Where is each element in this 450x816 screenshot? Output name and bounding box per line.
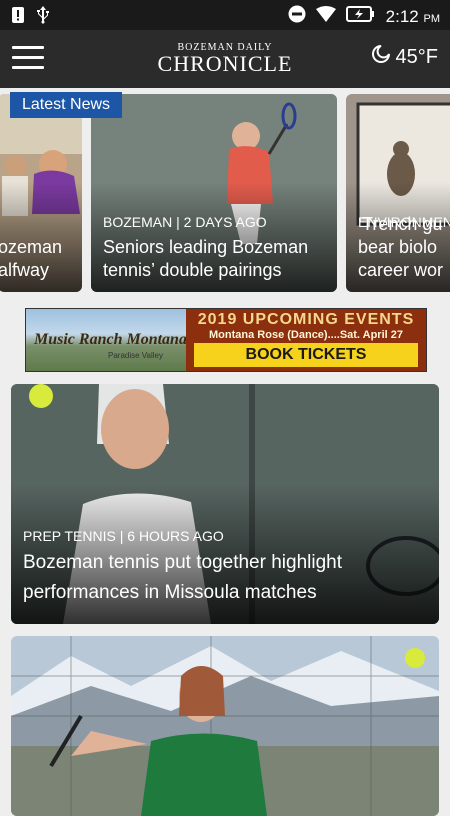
latest-news-badge: Latest News <box>10 92 123 118</box>
news-card[interactable]: ENVIRONMENT ‘Trench gu bear biolo career… <box>346 94 450 292</box>
battery-icon <box>345 6 376 27</box>
weather-temperature: 45°F <box>395 45 438 68</box>
ad-logo-subtitle: Paradise Valley <box>108 351 163 360</box>
story-headline: Bozeman tennis put together highlight pe… <box>23 552 342 603</box>
ad-title: 2019 UPCOMING EVENTS <box>197 311 415 328</box>
news-card[interactable]: ozeman alfway <box>0 94 82 292</box>
story-kicker: PREP TENNIS | 6 HOURS AGO <box>23 528 224 544</box>
do-not-disturb-icon <box>288 5 306 28</box>
usb-icon <box>36 6 50 29</box>
ad-panel: 2019 UPCOMING EVENTS Montana Rose (Dance… <box>186 309 426 371</box>
ad-detail: Montana Rose (Dance)....Sat. April 27 <box>209 329 403 341</box>
brand-logo[interactable]: BOZEMAN DAILY CHRONICLE <box>140 42 310 75</box>
hamburger-icon-line <box>12 66 44 69</box>
card-kicker: BOZEMAN | 2 DAYS AGO <box>103 214 267 230</box>
card-headline: ozeman alfway <box>0 237 63 280</box>
brand-logo-main: CHRONICLE <box>157 51 293 76</box>
hamburger-icon-line <box>12 46 44 49</box>
hamburger-icon-line <box>12 56 44 59</box>
menu-button[interactable] <box>12 46 44 72</box>
app-bar: BOZEMAN DAILY CHRONICLE 45°F <box>0 30 450 88</box>
book-tickets-button[interactable]: BOOK TICKETS <box>194 343 418 367</box>
news-story-photo <box>11 636 439 816</box>
moon-icon <box>371 45 390 69</box>
card-headline: Seniors leading Bozeman tennis’ double p… <box>103 237 309 280</box>
status-bar: 2:12 PM <box>0 0 450 30</box>
ad-logo: Music Ranch Montana <box>34 331 187 348</box>
clock: 2:12 PM <box>386 7 440 27</box>
news-card[interactable]: BOZEMAN | 2 DAYS AGO Seniors leading Boz… <box>91 94 337 292</box>
clock-time: 2:12 <box>385 6 419 26</box>
ad-banner[interactable]: Music Ranch Montana Paradise Valley 2019… <box>25 308 427 372</box>
wifi-icon <box>315 6 336 27</box>
news-story[interactable] <box>11 636 439 816</box>
weather-widget[interactable]: 45°F <box>371 45 438 69</box>
notification-icon <box>12 7 24 28</box>
card-headline: ‘Trench gu bear biolo career wor <box>358 214 444 280</box>
news-story[interactable]: PREP TENNIS | 6 HOURS AGO Bozeman tennis… <box>11 384 439 624</box>
latest-news-carousel[interactable]: ozeman alfway BOZEMAN | 2 DAYS AGO Senio… <box>0 92 450 292</box>
clock-ampm: PM <box>423 12 441 25</box>
